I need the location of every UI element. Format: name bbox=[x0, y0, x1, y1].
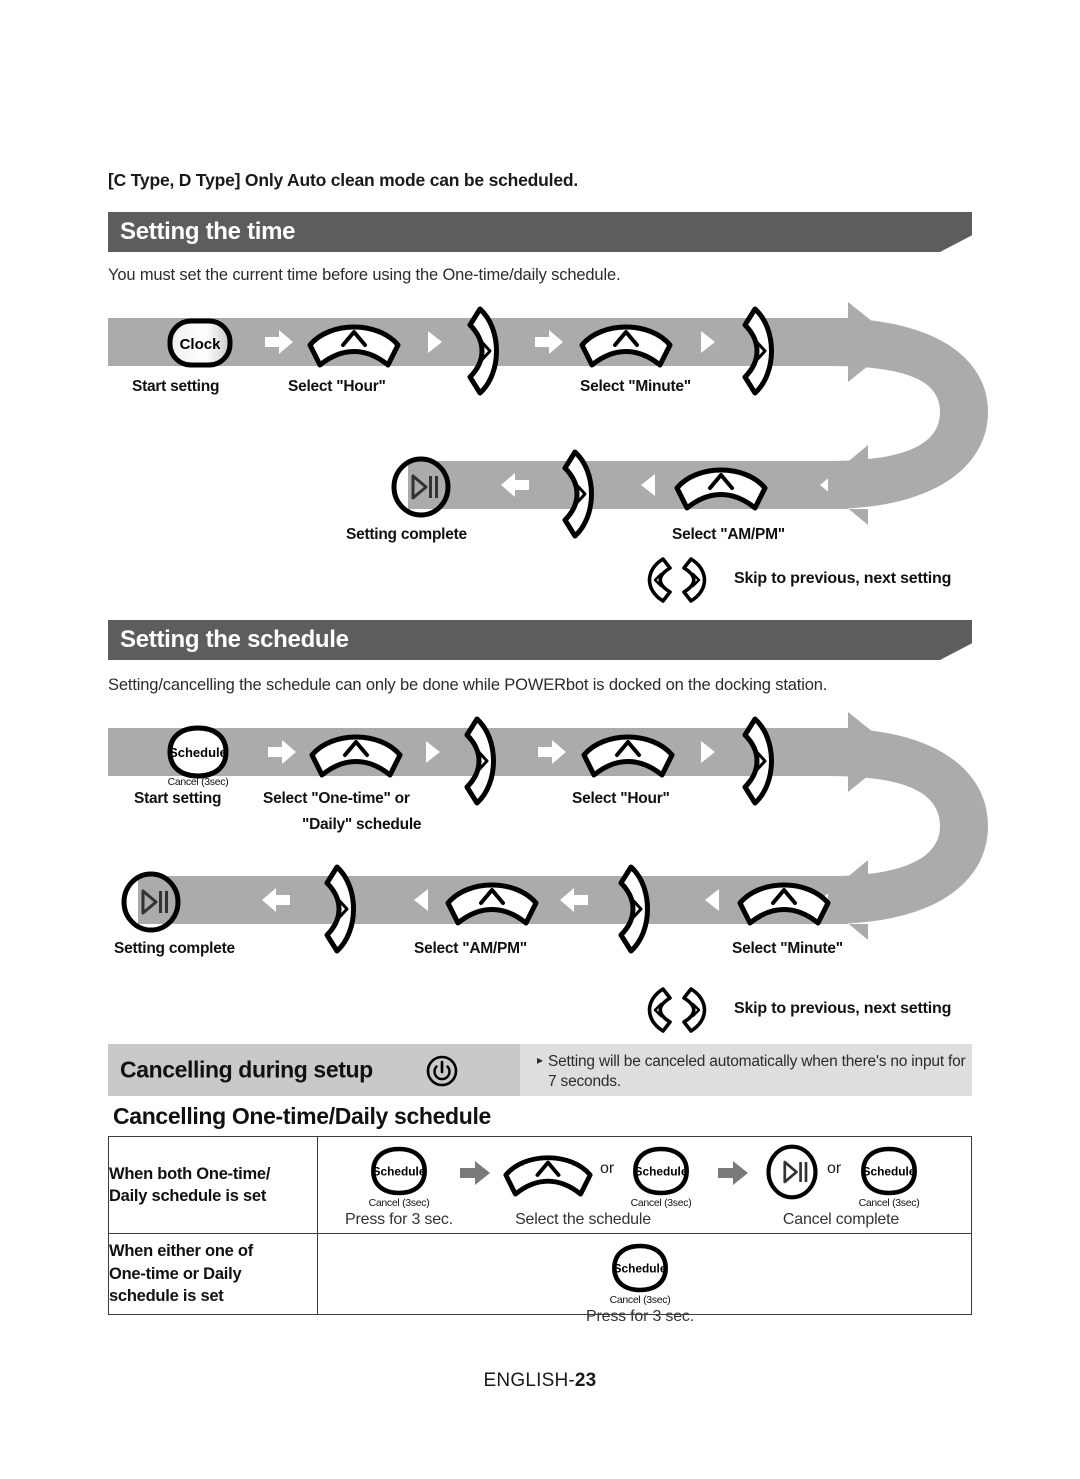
schedule-button[interactable]: Schedule bbox=[607, 1242, 673, 1294]
step-label-setting-complete: Setting complete bbox=[114, 940, 235, 957]
cancelling-title: Cancelling during setup bbox=[120, 1056, 373, 1083]
step-label-select-one-time-line1: Select "One-time" or bbox=[263, 790, 410, 807]
row-label-line3: schedule is set bbox=[109, 1287, 224, 1306]
step-label-select-hour: Select "Hour" bbox=[288, 378, 386, 395]
next-curve-icon bbox=[680, 986, 716, 1034]
svg-text:Schedule: Schedule bbox=[863, 1165, 916, 1179]
skip-note-schedule: Skip to previous, next setting bbox=[638, 986, 998, 1036]
step-label-start-setting: Start setting bbox=[132, 378, 220, 395]
step-label-setting-complete: Setting complete bbox=[346, 526, 467, 543]
flow-diagram-schedule: Schedule Cancel (3sec) Start setting Sel… bbox=[108, 710, 988, 960]
schedule-button-sublabel: Cancel (3sec) bbox=[609, 1294, 671, 1306]
manual-page: [C Type, D Type] Only Auto clean mode ca… bbox=[0, 0, 1080, 1479]
cancelling-table: When both One-time/ Daily schedule is se… bbox=[108, 1136, 972, 1325]
skip-note-label: Skip to previous, next setting bbox=[734, 570, 952, 587]
table-row: When both One-time/ Daily schedule is se… bbox=[108, 1136, 972, 1234]
step-caption-press-3sec: Press for 3 sec. bbox=[586, 1308, 694, 1325]
table-row: When either one of One-time or Daily sch… bbox=[108, 1233, 972, 1325]
bullet-triangle-icon: ▸ bbox=[537, 1053, 543, 1067]
schedule-button-sublabel: Cancel (3sec) bbox=[858, 1197, 920, 1209]
section-intro-schedule: Setting/cancelling the schedule can only… bbox=[108, 676, 828, 694]
prev-curve-icon bbox=[638, 556, 674, 604]
footer-language-label: ENGLISH- bbox=[483, 1370, 575, 1391]
step-label-start-setting: Start setting bbox=[134, 790, 222, 807]
next-curve-icon bbox=[680, 556, 716, 604]
step-label-select-minute: Select "Minute" bbox=[580, 378, 691, 395]
schedule-button[interactable]: Schedule bbox=[366, 1145, 432, 1197]
svg-text:Clock: Clock bbox=[180, 336, 222, 353]
step-caption-press-3sec: Press for 3 sec. bbox=[345, 1211, 453, 1228]
cancelling-subtitle: Cancelling One-time/Daily schedule bbox=[113, 1103, 491, 1129]
cancelling-during-setup-band: Cancelling during setup ▸ Setting will b… bbox=[108, 1044, 972, 1096]
page-footer: ENGLISH-23 bbox=[0, 1370, 1080, 1392]
svg-text:Schedule: Schedule bbox=[635, 1165, 688, 1179]
row-label-line1: When either one of bbox=[109, 1242, 253, 1261]
schedule-button[interactable]: Schedule bbox=[628, 1145, 694, 1197]
step-caption-select-schedule: Select the schedule bbox=[515, 1211, 651, 1228]
step-label-select-one-time-line2: "Daily" schedule bbox=[302, 816, 422, 833]
row-label-line2: One-time or Daily bbox=[109, 1264, 242, 1283]
schedule-button[interactable]: Schedule bbox=[856, 1145, 922, 1197]
skip-note-label: Skip to previous, next setting bbox=[734, 1000, 952, 1017]
arc-up-button[interactable] bbox=[502, 1150, 594, 1198]
table-row-steps-either: Schedule Cancel (3sec) Press for 3 sec. bbox=[317, 1233, 972, 1325]
table-row-label-either: When either one of One-time or Daily sch… bbox=[108, 1233, 318, 1315]
svg-text:Schedule: Schedule bbox=[169, 745, 227, 760]
grey-arrow-icon bbox=[718, 1161, 748, 1185]
top-note: [C Type, D Type] Only Auto clean mode ca… bbox=[108, 170, 579, 190]
table-row-label-both: When both One-time/ Daily schedule is se… bbox=[108, 1136, 318, 1234]
or-label: or bbox=[827, 1160, 842, 1177]
svg-text:Schedule: Schedule bbox=[614, 1262, 667, 1276]
power-icon bbox=[426, 1055, 458, 1092]
section-heading-label: Setting the time bbox=[120, 218, 296, 245]
schedule-button-sublabel: Cancel (3sec) bbox=[630, 1197, 692, 1209]
grey-arrow-icon bbox=[460, 1161, 490, 1185]
section-heading-label: Setting the schedule bbox=[120, 626, 349, 653]
schedule-button-sublabel: Cancel (3sec) bbox=[167, 776, 229, 788]
section-heading-setting-the-time: Setting the time bbox=[108, 212, 972, 252]
schedule-button-sublabel: Cancel (3sec) bbox=[368, 1197, 430, 1209]
svg-text:Schedule: Schedule bbox=[373, 1165, 426, 1179]
section-heading-setting-the-schedule: Setting the schedule bbox=[108, 620, 972, 660]
step-caption-cancel-complete: Cancel complete bbox=[782, 1211, 900, 1228]
step-label-select-ampm: Select "AM/PM" bbox=[672, 526, 785, 543]
step-label-select-minute: Select "Minute" bbox=[732, 940, 843, 957]
section-intro-time: You must set the current time before usi… bbox=[108, 266, 621, 284]
prev-curve-icon bbox=[638, 986, 674, 1034]
row-label-line2: Daily schedule is set bbox=[109, 1187, 267, 1205]
step-label-select-ampm: Select "AM/PM" bbox=[414, 940, 527, 957]
step-label-select-hour: Select "Hour" bbox=[572, 790, 670, 807]
skip-note-time: Skip to previous, next setting bbox=[638, 556, 998, 606]
table-row-steps-both: Schedule Cancel (3sec) Press for 3 sec. … bbox=[317, 1136, 972, 1234]
cancelling-note-text: Setting will be canceled automatically w… bbox=[548, 1053, 966, 1091]
flow-diagram-time: Clock Start setting Select "Hour" Select… bbox=[108, 300, 988, 543]
row-label-line1: When both One-time/ bbox=[109, 1164, 271, 1183]
or-label: or bbox=[600, 1160, 615, 1177]
footer-page-number: 23 bbox=[574, 1370, 597, 1391]
play-pause-button[interactable] bbox=[764, 1143, 820, 1201]
cancelling-note: ▸ Setting will be canceled automatically… bbox=[537, 1052, 968, 1093]
